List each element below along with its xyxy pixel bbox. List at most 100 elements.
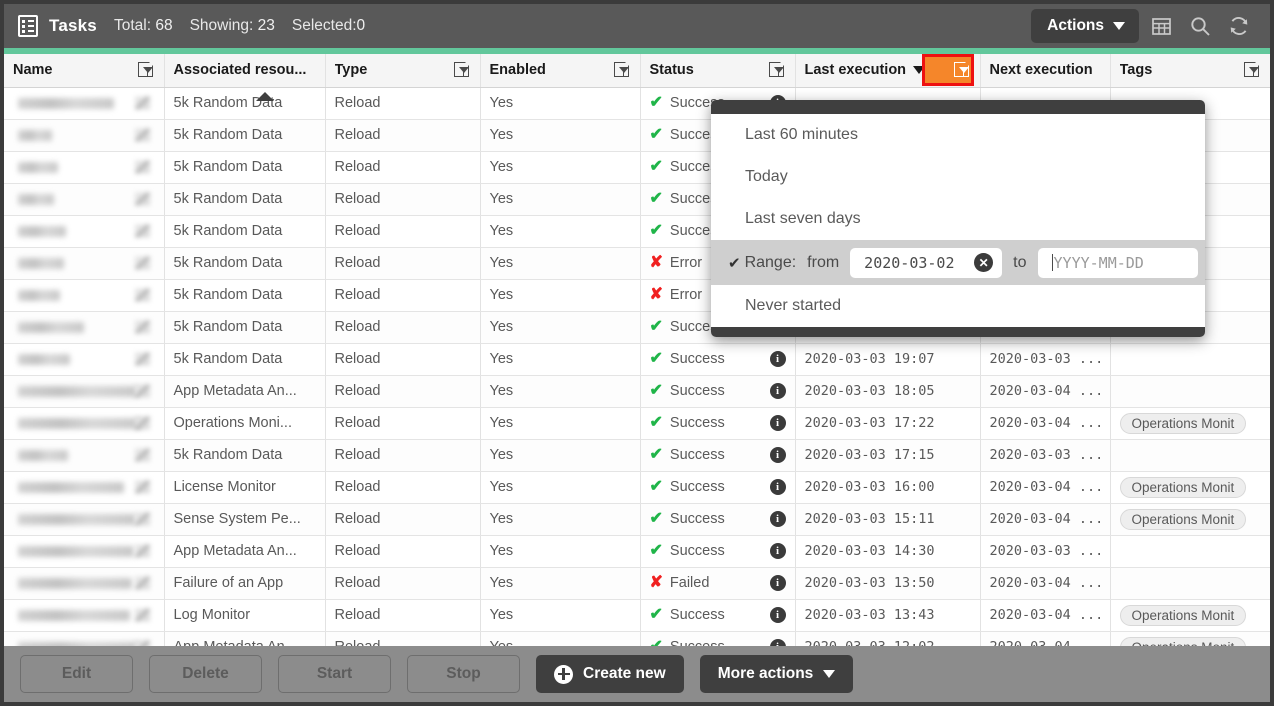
actions-button[interactable]: Actions: [1031, 9, 1139, 43]
cell-associated-resource: 5k Random Data: [164, 247, 325, 279]
cell-next-execution: 2020-03-04 ...: [980, 471, 1110, 503]
cell-enabled: Yes: [480, 375, 640, 407]
table-row[interactable]: Failure of an AppReloadYes✘Failedi2020-0…: [4, 567, 1270, 599]
table-row[interactable]: 5k Random DataReloadYes✔Successi2020-03-…: [4, 439, 1270, 471]
column-header-tags[interactable]: Tags: [1110, 54, 1270, 87]
cell-last-execution: 2020-03-03 17:15: [795, 439, 980, 471]
cell-tags: Operations Monit: [1110, 407, 1270, 439]
clear-x-icon[interactable]: ✕: [974, 253, 993, 272]
create-new-button[interactable]: Create new: [536, 655, 684, 693]
cell-tags: [1110, 439, 1270, 471]
redacted-badge-icon: [135, 225, 150, 238]
filter-icon-name[interactable]: [138, 62, 155, 79]
cell-associated-resource: App Metadata An...: [164, 535, 325, 567]
column-header-name[interactable]: Name: [4, 54, 164, 87]
info-icon[interactable]: i: [770, 351, 786, 367]
table-row[interactable]: App Metadata An...ReloadYes✔Successi2020…: [4, 631, 1270, 646]
column-label-last-execution: Last execution: [805, 62, 907, 78]
table-row[interactable]: License MonitorReloadYes✔Successi2020-03…: [4, 471, 1270, 503]
cell-enabled: Yes: [480, 279, 640, 311]
column-header-associated-resource[interactable]: Associated resou...: [164, 54, 325, 87]
filter-icon-tags[interactable]: [1244, 62, 1261, 79]
more-actions-button[interactable]: More actions: [700, 655, 854, 693]
info-icon[interactable]: i: [770, 607, 786, 623]
table-view-icon[interactable]: [1144, 9, 1178, 43]
dropdown-item-label: Last seven days: [745, 210, 861, 228]
table-row[interactable]: Operations Moni...ReloadYes✔Successi2020…: [4, 407, 1270, 439]
cell-tags: Operations Monit: [1110, 599, 1270, 631]
showing-stat: Showing: 23: [190, 17, 275, 35]
search-icon[interactable]: [1183, 9, 1217, 43]
cell-associated-resource: Operations Moni...: [164, 407, 325, 439]
table-row[interactable]: App Metadata An...ReloadYes✔Successi2020…: [4, 535, 1270, 567]
info-icon[interactable]: i: [770, 575, 786, 591]
start-button[interactable]: Start: [278, 655, 391, 693]
column-header-last-execution[interactable]: Last execution: [795, 54, 980, 87]
column-header-status[interactable]: Status: [640, 54, 795, 87]
filter-icon-status[interactable]: [769, 62, 786, 79]
cell-next-execution: 2020-03-03 ...: [980, 439, 1110, 471]
dropdown-item-never-started[interactable]: Never started: [711, 285, 1205, 327]
cell-last-execution: 2020-03-03 14:30: [795, 535, 980, 567]
cell-associated-resource: 5k Random Data: [164, 439, 325, 471]
dropdown-item-range[interactable]: ✔ Range: from 2020-03-02 ✕ to YYYY-MM-DD: [711, 240, 1205, 285]
cell-status: ✔Successi: [640, 343, 795, 375]
info-icon[interactable]: i: [770, 383, 786, 399]
filter-icon-last-execution[interactable]: [925, 57, 971, 83]
dropdown-body: Last 60 minutes Today Last seven days ✔ …: [711, 114, 1205, 327]
cell-next-execution: 2020-03-04 ...: [980, 567, 1110, 599]
edit-button[interactable]: Edit: [20, 655, 133, 693]
total-value: 68: [155, 17, 172, 34]
create-new-label: Create new: [583, 665, 666, 683]
tag-pill[interactable]: Operations Monit: [1120, 509, 1247, 530]
table-row[interactable]: Log MonitorReloadYes✔Successi2020-03-03 …: [4, 599, 1270, 631]
table-row[interactable]: Sense System Pe...ReloadYes✔Successi2020…: [4, 503, 1270, 535]
cell-associated-resource: License Monitor: [164, 471, 325, 503]
cell-last-execution: 2020-03-03 18:05: [795, 375, 980, 407]
stop-button[interactable]: Stop: [407, 655, 520, 693]
dropdown-item-last-60-minutes[interactable]: Last 60 minutes: [711, 114, 1205, 156]
info-icon[interactable]: i: [770, 415, 786, 431]
info-icon[interactable]: i: [770, 543, 786, 559]
dropdown-item-today[interactable]: Today: [711, 156, 1205, 198]
info-icon[interactable]: i: [770, 447, 786, 463]
column-header-enabled[interactable]: Enabled: [480, 54, 640, 87]
cell-enabled: Yes: [480, 311, 640, 343]
cell-tags: [1110, 567, 1270, 599]
check-icon: ✔: [650, 447, 663, 463]
info-icon[interactable]: i: [770, 511, 786, 527]
refresh-icon[interactable]: [1222, 9, 1256, 43]
tag-pill[interactable]: Operations Monit: [1120, 413, 1247, 434]
range-to-input[interactable]: YYYY-MM-DD: [1038, 248, 1198, 278]
range-from-input[interactable]: 2020-03-02 ✕: [850, 248, 1002, 278]
table-row[interactable]: App Metadata An...ReloadYes✔Successi2020…: [4, 375, 1270, 407]
tag-pill[interactable]: Operations Monit: [1120, 605, 1247, 626]
cell-associated-resource: App Metadata An...: [164, 375, 325, 407]
cell-type: Reload: [325, 87, 480, 119]
filter-icon-type[interactable]: [454, 62, 471, 79]
tag-pill[interactable]: Operations Monit: [1120, 637, 1247, 647]
range-to-placeholder: YYYY-MM-DD: [1054, 254, 1144, 272]
cell-type: Reload: [325, 279, 480, 311]
redacted-name: [18, 290, 60, 301]
dropdown-item-last-seven-days[interactable]: Last seven days: [711, 198, 1205, 240]
delete-button[interactable]: Delete: [149, 655, 262, 693]
top-toolbar: Tasks Total: 68 Showing: 23 Selected:0 A…: [4, 4, 1270, 48]
table-row[interactable]: 5k Random DataReloadYes✔Successi2020-03-…: [4, 343, 1270, 375]
dropdown-item-label: Never started: [745, 297, 841, 315]
column-label-status: Status: [650, 62, 694, 78]
cross-icon: ✘: [650, 255, 663, 271]
redacted-badge-icon: [135, 161, 150, 174]
cell-next-execution: 2020-03-04 ...: [980, 407, 1110, 439]
redacted-name: [18, 450, 68, 461]
column-label-name: Name: [13, 62, 53, 78]
redacted-name: [18, 546, 134, 557]
info-icon[interactable]: i: [770, 639, 786, 646]
column-header-next-execution[interactable]: Next execution: [980, 54, 1110, 87]
cell-type: Reload: [325, 119, 480, 151]
check-icon: ✔: [650, 383, 663, 399]
filter-icon-enabled[interactable]: [614, 62, 631, 79]
tag-pill[interactable]: Operations Monit: [1120, 477, 1247, 498]
info-icon[interactable]: i: [770, 479, 786, 495]
column-header-type[interactable]: Type: [325, 54, 480, 87]
